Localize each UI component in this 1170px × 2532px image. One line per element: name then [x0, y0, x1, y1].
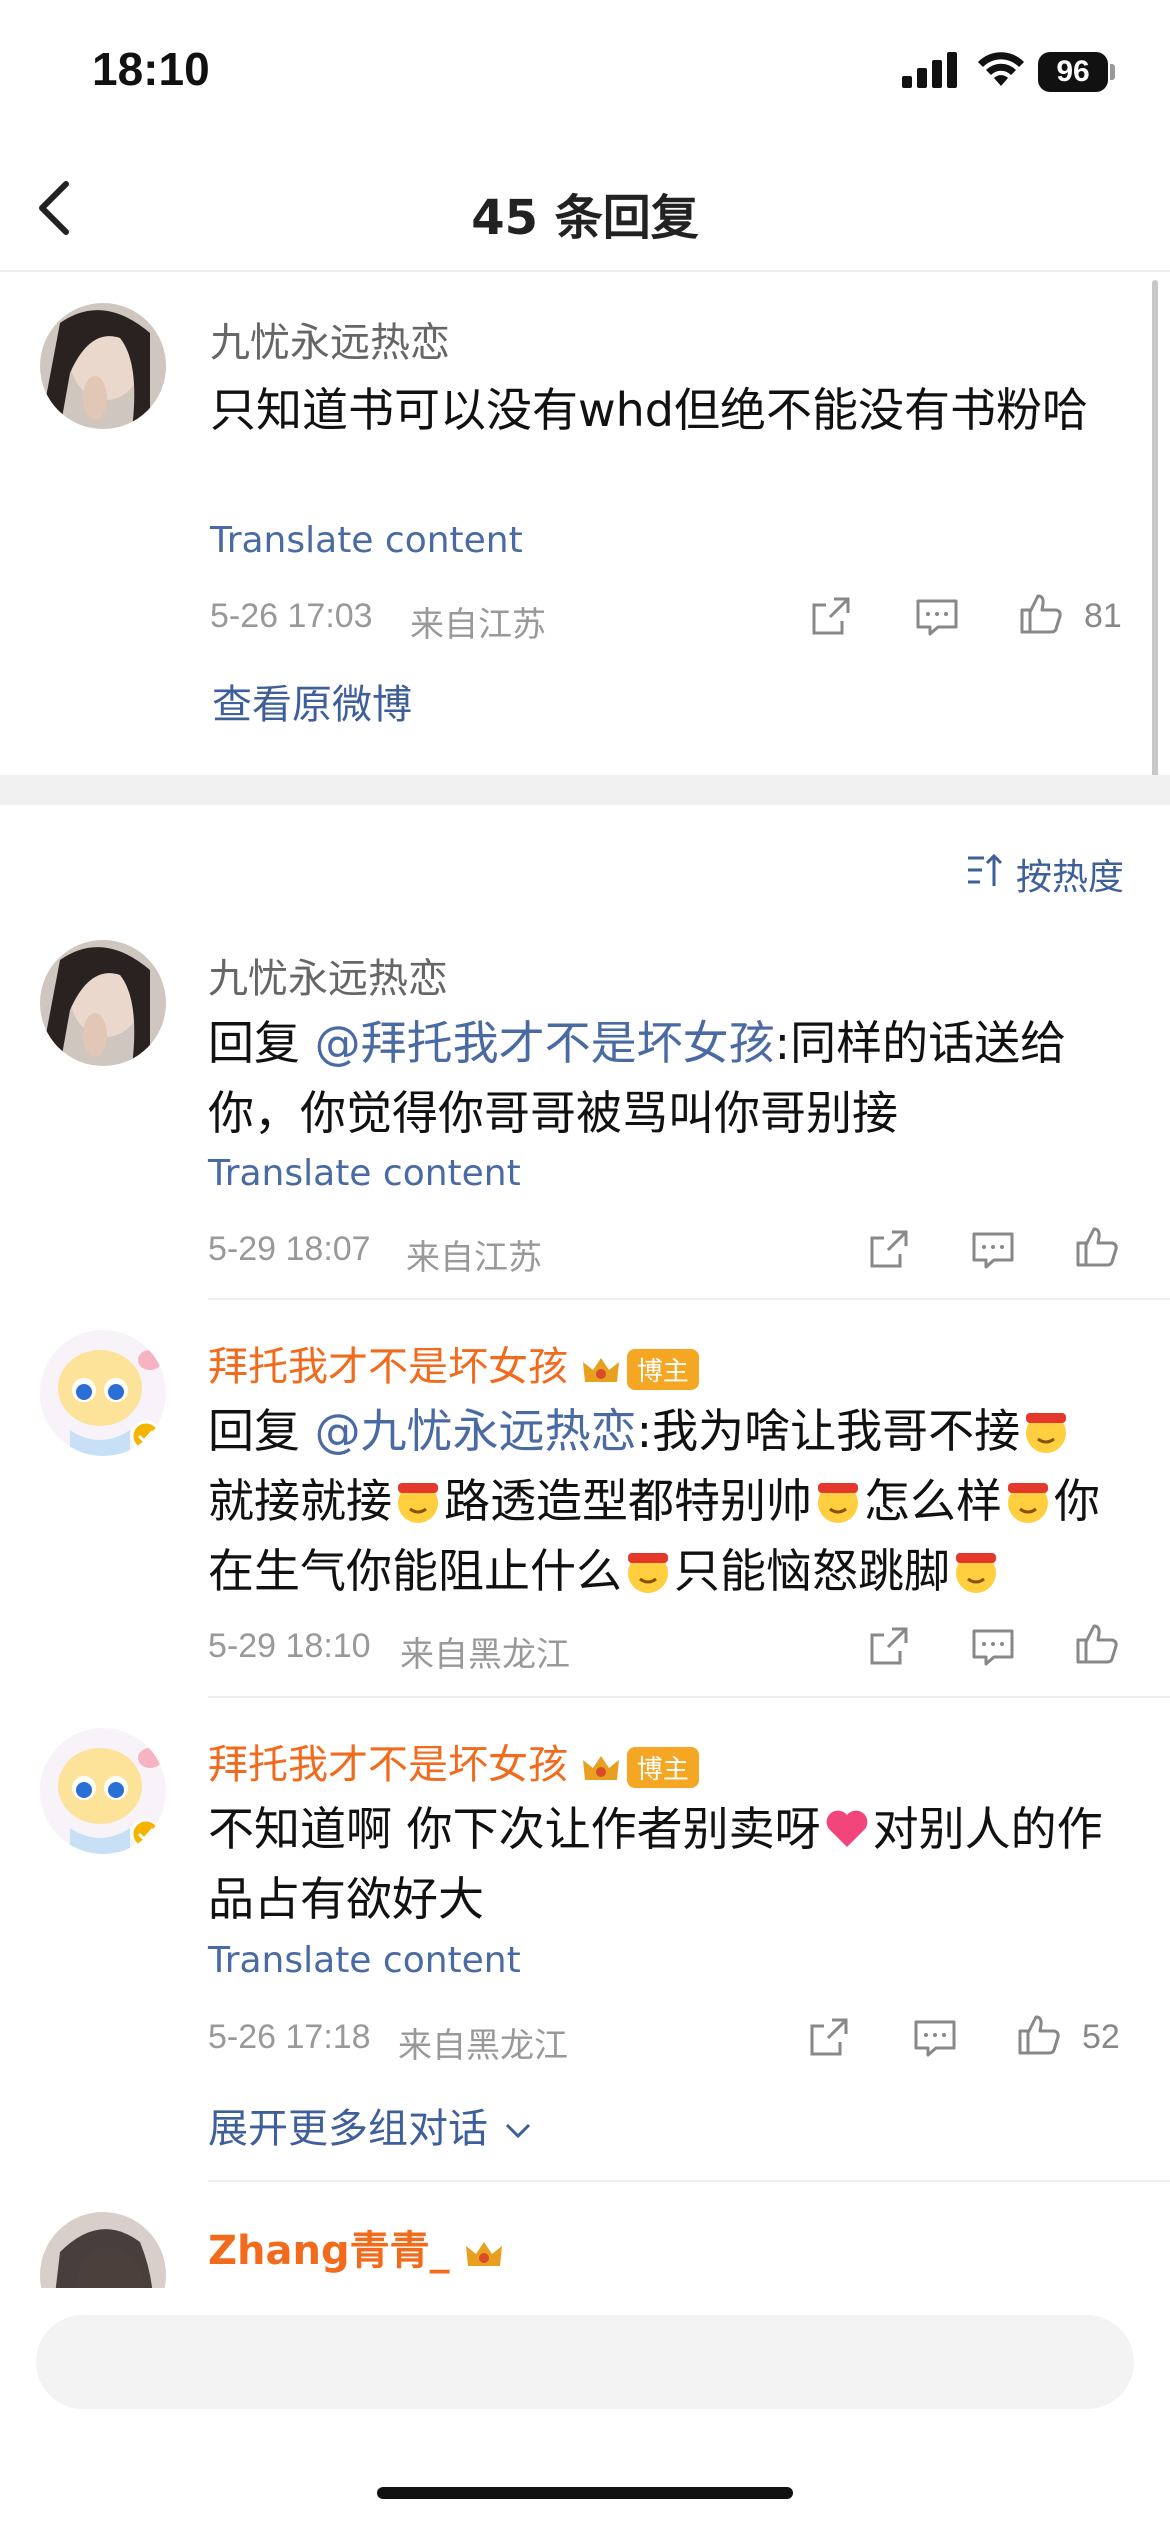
scrollbar[interactable] [1152, 280, 1158, 800]
reply-segment: :我为啥让我哥不接 [636, 1404, 1021, 1458]
commenter-name[interactable]: 拜托我才不是坏女孩 博主 [208, 1334, 699, 1392]
share-icon[interactable] [806, 2014, 852, 2060]
reply-location: 来自黑龙江 [398, 2027, 568, 2065]
share-icon[interactable] [808, 593, 854, 639]
author-badge: 博主 [626, 1746, 699, 1788]
avatar[interactable] [40, 303, 166, 429]
translate-link[interactable]: Translate content [208, 1153, 521, 1194]
reply-segment: 路透造型都特别帅 [444, 1474, 812, 1528]
commenter-name-text: 拜托我才不是坏女孩 [208, 1742, 568, 1788]
reply-prefix: 回复 [208, 1404, 315, 1458]
back-arrow-icon[interactable] [30, 178, 80, 238]
reply-divider [208, 2180, 1170, 2182]
crown-icon [582, 1756, 619, 1780]
section-divider [0, 775, 1170, 805]
reply-segment: 只能恼怒跳脚 [674, 1544, 950, 1598]
like-icon[interactable] [1018, 590, 1064, 636]
reply-location: 来自江苏 [406, 1239, 542, 1277]
crown-icon [582, 1358, 619, 1382]
reply-prefix: 回复 [208, 1016, 315, 1070]
commenter-name[interactable]: 九忧永远热恋 [208, 946, 448, 1004]
battery-nub [1110, 64, 1115, 80]
emoji-icon [818, 1483, 858, 1523]
like-icon[interactable] [1016, 2011, 1062, 2057]
author-badge: 博主 [626, 1348, 699, 1390]
expand-conversation-link[interactable]: 展开更多组对话 [208, 2096, 535, 2154]
mention-link[interactable]: @拜托我才不是坏女孩 [315, 1016, 775, 1070]
mention-link[interactable]: @九忧永远热恋 [315, 1404, 637, 1458]
like-icon[interactable] [1074, 1223, 1120, 1269]
battery-indicator: 96 [1038, 52, 1108, 92]
status-time: 18:10 [92, 43, 210, 95]
wifi-icon [978, 52, 1024, 86]
home-indicator[interactable] [377, 2487, 793, 2499]
commenter-name[interactable]: 拜托我才不是坏女孩 博主 [208, 1732, 699, 1790]
reply-divider [208, 1298, 1170, 1300]
expand-label: 展开更多组对话 [208, 2106, 488, 2152]
comment-text: 只知道书可以没有whd但绝不能没有书粉哈 [210, 383, 1088, 437]
crown-icon [465, 2242, 502, 2266]
reply-date: 5-26 17:18 [208, 2018, 371, 2056]
status-bar: 18:10 96 [0, 0, 1170, 140]
reply-divider [208, 1696, 1170, 1698]
reply-text: 不知道啊 你下次让作者别卖呀 对别人的作品占有欲好大 [208, 1794, 1108, 1934]
like-icon[interactable] [1074, 1620, 1120, 1666]
signal-icon [902, 52, 957, 88]
reply-date: 5-29 18:07 [208, 1230, 371, 1268]
like-count: 52 [1082, 2018, 1120, 2056]
like-count: 81 [1084, 597, 1122, 635]
comment-icon[interactable] [912, 2014, 958, 2060]
reply-location: 来自黑龙江 [400, 1636, 570, 1674]
share-icon[interactable] [866, 1226, 912, 1272]
share-icon[interactable] [866, 1623, 912, 1669]
emoji-icon [956, 1553, 996, 1593]
heart-emoji-icon [826, 1810, 868, 1847]
emoji-icon [1008, 1483, 1048, 1523]
avatar[interactable] [40, 1330, 166, 1456]
sort-icon[interactable] [966, 852, 1004, 888]
commenter-name-text: Zhang青青_ [208, 2228, 450, 2274]
chevron-down-icon [505, 2123, 530, 2139]
reply-segment: 怎么样 [864, 1474, 1002, 1528]
comment-date: 5-26 17:03 [210, 597, 373, 635]
commenter-name[interactable]: 九忧永远热恋 [210, 310, 450, 368]
page-title: 45 条回复 [471, 190, 699, 246]
translate-link[interactable]: Translate content [210, 520, 523, 561]
reply-date: 5-29 18:10 [208, 1627, 371, 1665]
reply-segment: 就接就接 [208, 1474, 392, 1528]
comment-icon[interactable] [970, 1623, 1016, 1669]
commenter-name[interactable]: Zhang青青_ [208, 2218, 504, 2276]
translate-link[interactable]: Translate content [208, 1940, 521, 1981]
reply-text: 回复 @拜托我才不是坏女孩:同样的话送给你，你觉得你哥哥被骂叫你哥别接 [208, 1008, 1088, 1148]
reply-text: 回复 @九忧永远热恋:我为啥让我哥不接就接就接 路透造型都特别帅 怎么样 你在生气你能… [208, 1396, 1108, 1606]
emoji-icon [398, 1483, 438, 1523]
nav-divider [0, 270, 1170, 272]
commenter-name-text: 拜托我才不是坏女孩 [208, 1344, 568, 1390]
avatar[interactable] [40, 1728, 166, 1854]
emoji-icon [628, 1553, 668, 1593]
comment-icon[interactable] [914, 593, 960, 639]
comment-location: 来自江苏 [410, 606, 546, 644]
view-original-link[interactable]: 查看原微博 [212, 672, 412, 730]
sort-label[interactable]: 按热度 [1016, 848, 1124, 900]
reply-segment: 不知道啊 你下次让作者别卖呀 [208, 1802, 821, 1856]
emoji-icon [1026, 1413, 1067, 1453]
comment-input[interactable] [36, 2315, 1134, 2409]
comment-icon[interactable] [970, 1226, 1016, 1272]
avatar[interactable] [40, 940, 166, 1066]
